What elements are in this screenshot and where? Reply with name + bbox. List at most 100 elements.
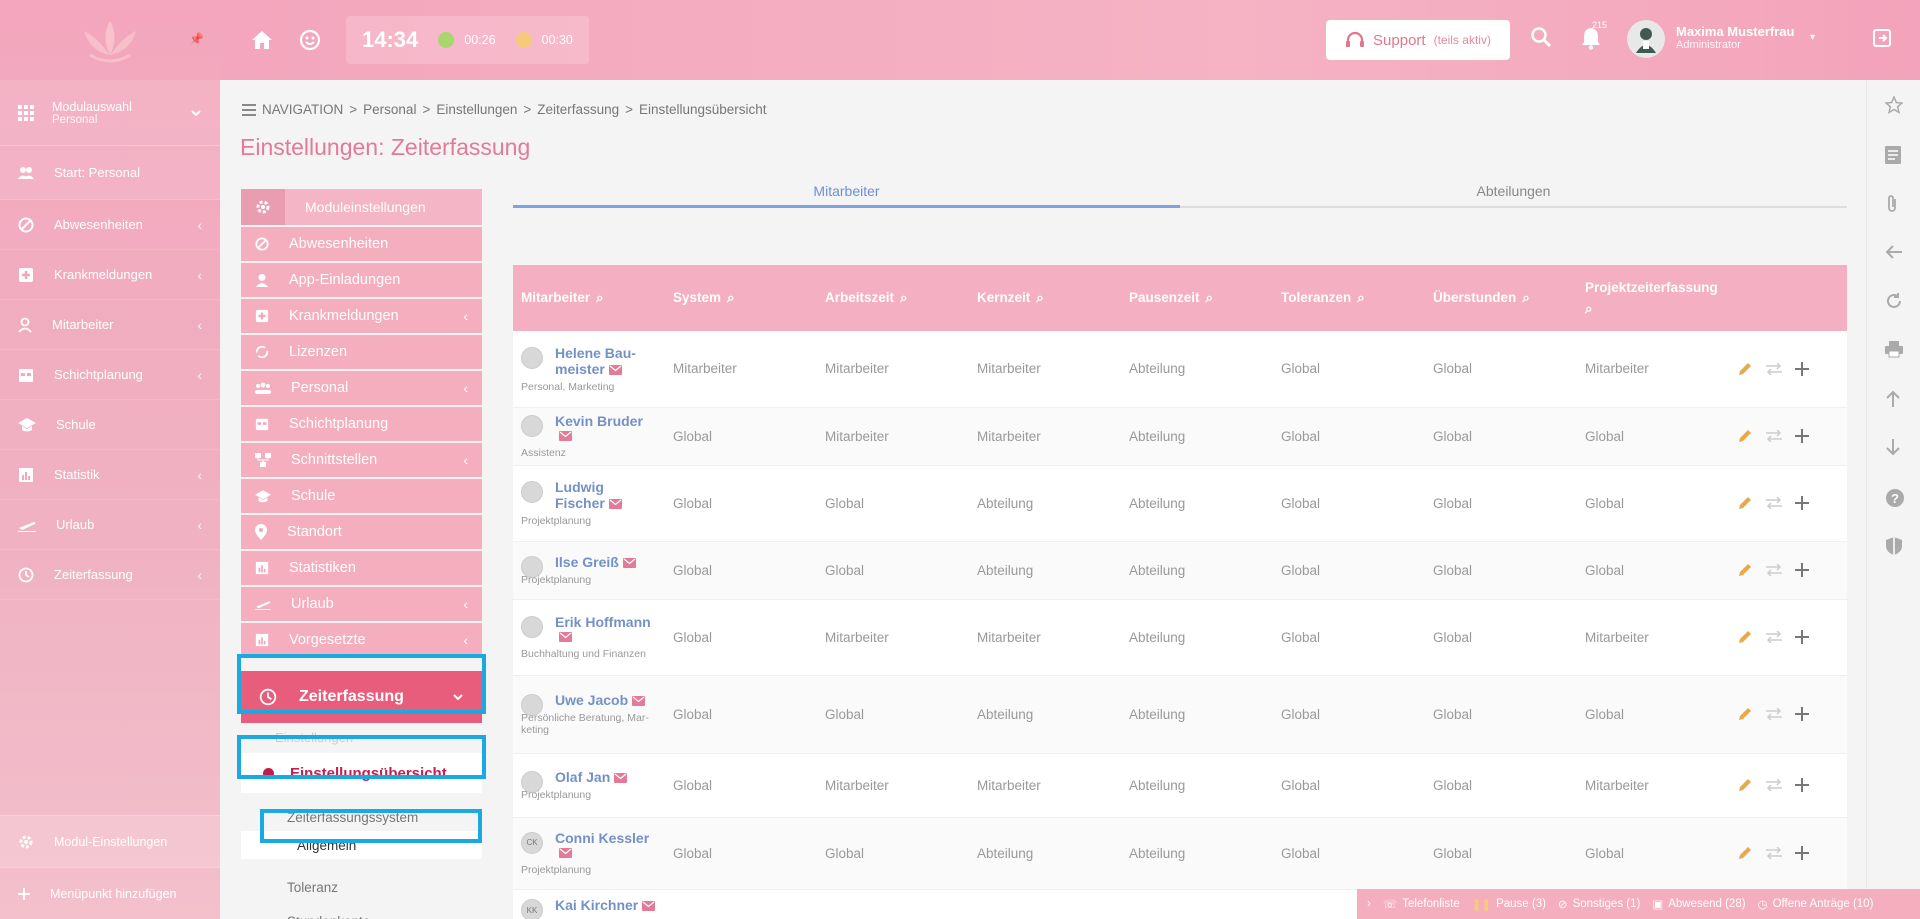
phone-list-link[interactable]: ☏ Telefonliste: [1383, 897, 1460, 911]
transfer-icon[interactable]: [1765, 779, 1783, 791]
employee-name-link[interactable]: Kevin Bruder: [555, 413, 643, 429]
employee-name-link[interactable]: Olaf Jan: [555, 769, 610, 785]
column-header-pausenzeit[interactable]: Pausenzeit ⌕: [1121, 265, 1273, 331]
arrow-up-icon[interactable]: [1885, 390, 1901, 408]
sidebar-item-abwesenheiten[interactable]: Abwesenheiten ‹: [0, 200, 220, 250]
employee-name-link[interactable]: Ilse Greiß: [555, 554, 619, 570]
search-icon[interactable]: ⌕: [1522, 290, 1530, 306]
transfer-icon[interactable]: [1765, 430, 1783, 442]
caret-down-icon[interactable]: ▾: [1810, 32, 1815, 43]
edit-pencil-icon[interactable]: [1737, 845, 1753, 861]
reload-icon[interactable]: [1885, 292, 1903, 310]
add-icon[interactable]: [1795, 846, 1809, 860]
search-icon[interactable]: ⌕: [727, 290, 735, 306]
menu-icon[interactable]: [242, 103, 256, 116]
employee-name-link[interactable]: Conni Kessler: [555, 830, 649, 846]
employee-name-link[interactable]: Helene Bau-meister: [555, 345, 636, 377]
module-item-standort[interactable]: Standort: [241, 515, 482, 549]
mail-icon[interactable]: [614, 771, 628, 786]
add-icon[interactable]: [1795, 630, 1809, 644]
edit-pencil-icon[interactable]: [1737, 706, 1753, 722]
employee-name-link[interactable]: Erik Hoffmann: [555, 614, 651, 630]
absent-link[interactable]: ▣ Abwesend (28): [1652, 897, 1745, 911]
transfer-icon[interactable]: [1765, 708, 1783, 720]
module-settings-link[interactable]: Modul-Einstellungen: [0, 815, 220, 867]
sidebar-item-mitarbeiter[interactable]: Mitarbeiter ‹: [0, 300, 220, 350]
module-select[interactable]: Modulauswahl Personal: [0, 80, 220, 146]
search-icon[interactable]: ⌕: [1036, 290, 1044, 306]
sidebar-item-start[interactable]: Start: Personal: [0, 146, 220, 200]
arrow-down-icon[interactable]: [1885, 438, 1901, 456]
avatar[interactable]: [1627, 20, 1665, 58]
print-icon[interactable]: [1885, 340, 1903, 358]
breadcrumb-personal[interactable]: Personal: [363, 102, 416, 117]
module-item-app-einladungen[interactable]: App-Einladungen: [241, 263, 482, 297]
add-menu-item-button[interactable]: Menüpunkt hinzufügen: [0, 867, 220, 919]
pin-icon[interactable]: 📌: [189, 32, 204, 46]
add-icon[interactable]: [1795, 778, 1809, 792]
transfer-icon[interactable]: [1765, 847, 1783, 859]
module-item-schnittstellen[interactable]: Schnittstellen ‹: [241, 443, 482, 477]
edit-pencil-icon[interactable]: [1737, 629, 1753, 645]
sidebar-item-urlaub[interactable]: Urlaub ‹: [0, 500, 220, 550]
tab-abteilungen[interactable]: Abteilungen: [1180, 180, 1847, 206]
sidebar-item-schule[interactable]: Schule: [0, 400, 220, 450]
mail-icon[interactable]: [608, 497, 622, 512]
open-requests-link[interactable]: ◷ Offene Anträge (10): [1758, 897, 1874, 911]
notes-icon[interactable]: [1885, 146, 1901, 164]
smiley-icon[interactable]: [288, 18, 332, 62]
home-icon[interactable]: [240, 18, 284, 62]
employee-name-link[interactable]: Kai Kirchner: [555, 897, 638, 913]
user-info[interactable]: Maxima Musterfrau Administrator: [1676, 24, 1794, 51]
column-header-mitarbeiter[interactable]: Mitarbeiter ⌕: [513, 265, 665, 331]
mail-icon[interactable]: [642, 899, 656, 914]
transfer-icon[interactable]: [1765, 564, 1783, 576]
search-icon[interactable]: ⌕: [596, 290, 604, 306]
bell-icon[interactable]: 215: [1580, 20, 1607, 50]
support-button[interactable]: Support (teils aktiv): [1326, 20, 1510, 60]
status-bar-toggle[interactable]: ›: [1367, 898, 1371, 910]
star-icon[interactable]: [1885, 96, 1903, 114]
sidebar-item-zeiterfassung[interactable]: Zeiterfassung ‹: [0, 550, 220, 600]
breadcrumb-navigation[interactable]: NAVIGATION: [262, 102, 343, 117]
breadcrumb-einstellungen[interactable]: Einstellungen: [436, 102, 517, 117]
add-icon[interactable]: [1795, 361, 1809, 376]
edit-pencil-icon[interactable]: [1737, 361, 1753, 377]
module-item-statistiken[interactable]: Statistiken: [241, 551, 482, 585]
sidebar-item-krankmeldungen[interactable]: Krankmeldungen ‹: [0, 250, 220, 300]
mail-icon[interactable]: [622, 556, 636, 571]
subitem-toleranz[interactable]: Toleranz: [241, 873, 482, 901]
edit-pencil-icon[interactable]: [1737, 428, 1753, 444]
mail-icon[interactable]: [559, 846, 572, 861]
shield-icon[interactable]: [1885, 536, 1903, 556]
mail-icon[interactable]: [632, 694, 646, 709]
mail-icon[interactable]: [559, 429, 572, 444]
transfer-icon[interactable]: [1765, 497, 1783, 509]
mail-icon[interactable]: [559, 630, 572, 645]
employee-name-link[interactable]: Uwe Jacob: [555, 692, 628, 708]
sidebar-item-schichtplanung[interactable]: Schichtplanung ‹: [0, 350, 220, 400]
search-icon[interactable]: [1530, 26, 1552, 48]
edit-pencil-icon[interactable]: [1737, 495, 1753, 511]
add-icon[interactable]: [1795, 707, 1809, 721]
breadcrumb-zeiterfassung[interactable]: Zeiterfassung: [537, 102, 619, 117]
module-item-personal[interactable]: Personal ‹: [241, 371, 482, 405]
column-header-kernzeit[interactable]: Kernzeit ⌕: [969, 265, 1121, 331]
column-header-arbeitszeit[interactable]: Arbeitszeit ⌕: [817, 265, 969, 331]
edit-pencil-icon[interactable]: [1737, 777, 1753, 793]
employee-name-link[interactable]: Ludwig Fischer: [555, 479, 605, 511]
attachment-icon[interactable]: [1885, 194, 1899, 214]
search-icon[interactable]: ⌕: [1357, 290, 1365, 306]
module-item-vorgesetzte[interactable]: Vorgesetzte ‹: [241, 623, 482, 657]
add-icon[interactable]: [1795, 429, 1809, 443]
pause-link[interactable]: ❚❚ Pause (3): [1472, 897, 1546, 911]
module-item-krankmeldungen[interactable]: Krankmeldungen ‹: [241, 299, 482, 333]
logout-icon[interactable]: [1872, 28, 1892, 48]
column-header-projektzeiterfassung[interactable]: Projektzeiterfassung ⌕: [1577, 265, 1729, 331]
module-item-schichtplanung[interactable]: Schichtplanung: [241, 407, 482, 441]
add-icon[interactable]: [1795, 563, 1809, 577]
tab-mitarbeiter[interactable]: Mitarbeiter: [513, 180, 1180, 208]
search-icon[interactable]: ⌕: [1206, 290, 1214, 306]
help-icon[interactable]: ?: [1885, 488, 1905, 508]
column-header-ueberstunden[interactable]: Überstunden ⌕: [1425, 265, 1577, 331]
